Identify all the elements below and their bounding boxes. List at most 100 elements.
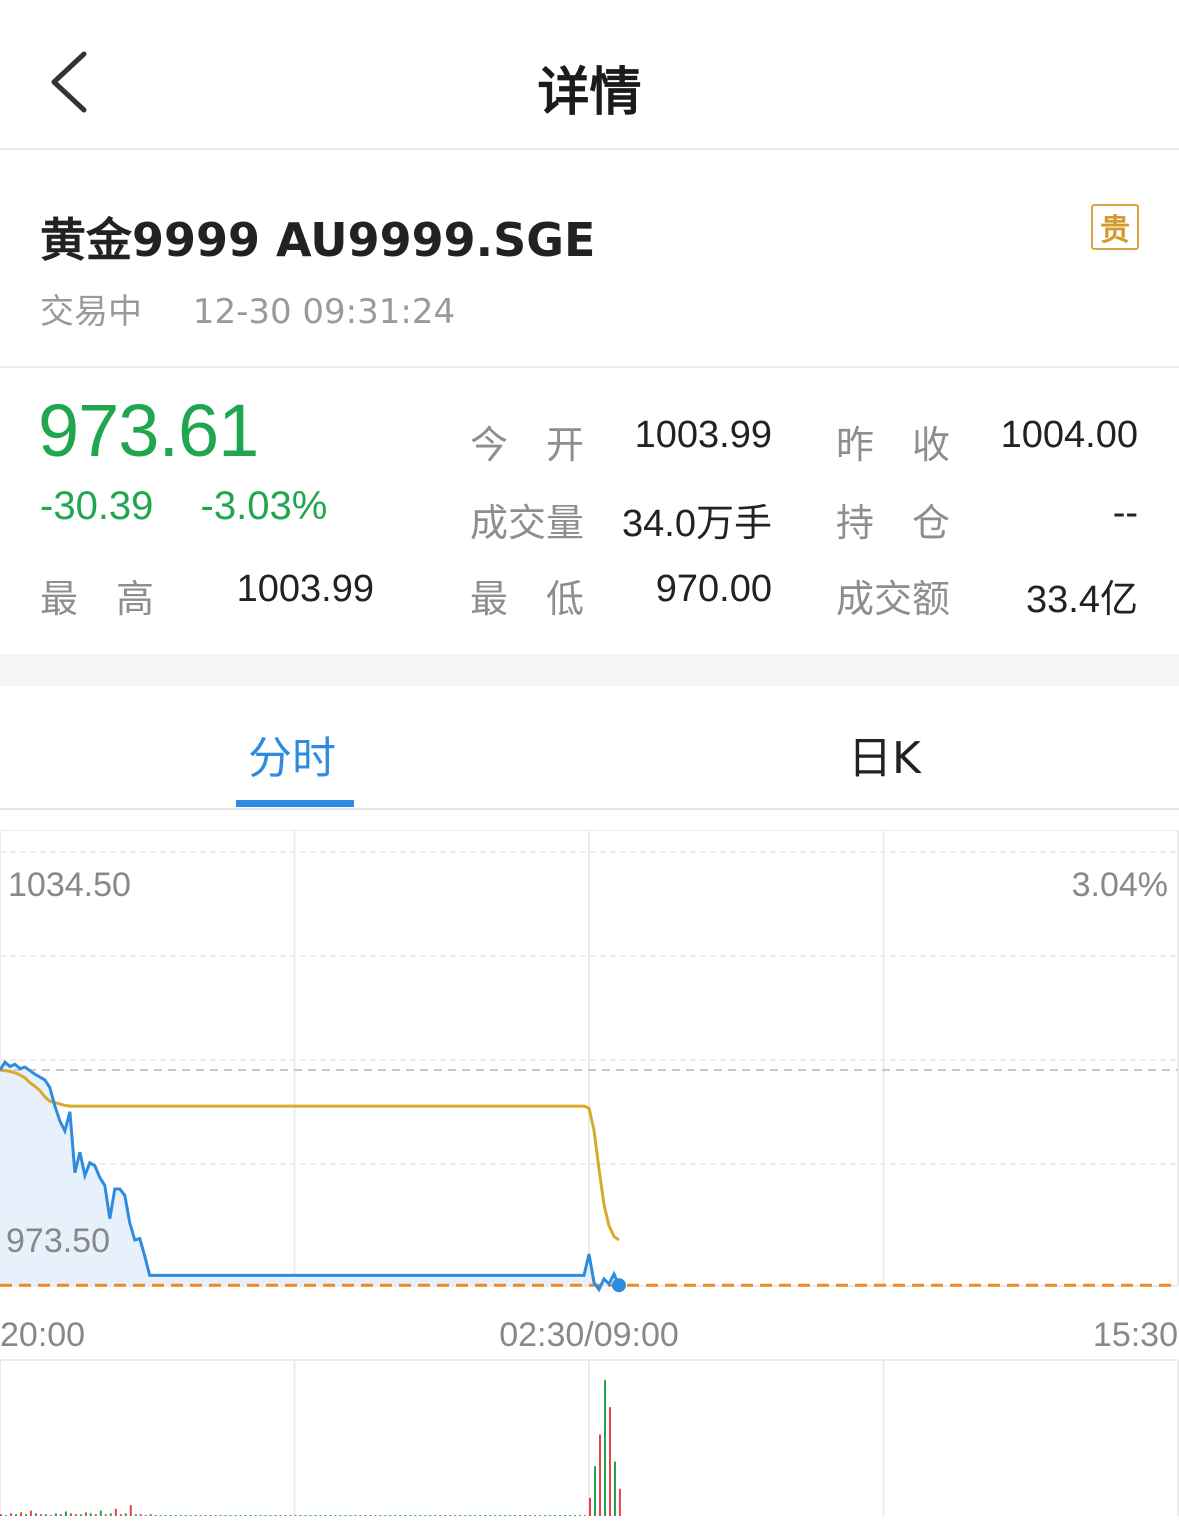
tab-intraday[interactable]: 分时 [248, 722, 336, 786]
stat-label-volume: 成交量 [470, 501, 585, 545]
volume-bar [574, 1515, 576, 1516]
volume-bar [64, 1511, 67, 1516]
volume-bar [529, 1515, 532, 1516]
volume-bar [579, 1515, 581, 1516]
volume-bar [604, 1380, 606, 1516]
volume-bar [129, 1505, 132, 1516]
volume-bar [384, 1515, 387, 1516]
volume-bar [264, 1515, 267, 1516]
y-axis-top-label: 1034.50 [8, 866, 131, 904]
stat-label-open-interest: 持 仓 [836, 501, 951, 545]
last-price-dot [611, 1278, 626, 1293]
volume-bar [374, 1515, 377, 1516]
volume-bar [324, 1515, 327, 1516]
volume-bar [464, 1515, 467, 1516]
volume-bar [274, 1515, 277, 1516]
trading-status: 交易中 [40, 292, 142, 332]
volume-bar [94, 1514, 97, 1516]
volume-bar [409, 1515, 412, 1516]
volume-bar [424, 1515, 427, 1516]
volume-bar [499, 1515, 502, 1516]
volume-bar [454, 1515, 457, 1516]
volume-bar [109, 1513, 112, 1516]
volume-bar [504, 1515, 507, 1516]
tab-daily-k[interactable]: 日K [848, 722, 921, 786]
volume-bar [564, 1515, 566, 1516]
volume-bar [34, 1513, 37, 1516]
volume-bar [459, 1515, 462, 1516]
volume-bar [159, 1515, 162, 1516]
volume-bar [239, 1515, 242, 1516]
chart-grid [0, 829, 1179, 1516]
volume-bar [439, 1515, 442, 1516]
stat-value-turnover: 33.4亿 [1026, 579, 1138, 621]
instrument-header: 黄金9999 AU9999.SGE 交易中 12-30 09:31:24 贵 [0, 152, 1179, 368]
volume-bar [394, 1515, 397, 1516]
volume-bar [179, 1515, 182, 1516]
section-divider [0, 654, 1179, 686]
volume-bar [534, 1515, 537, 1516]
volume-bar [269, 1515, 272, 1516]
quote-panel: 973.61 -30.39 -3.03% 今 开 1003.99 昨 收 100… [0, 370, 1179, 654]
nav-bar: 详情 [0, 0, 1179, 150]
volume-bar [54, 1513, 57, 1516]
volume-bar [514, 1515, 517, 1516]
stat-label-turnover: 成交额 [836, 577, 951, 621]
volume-bar [609, 1407, 611, 1516]
volume-bar [434, 1515, 437, 1516]
active-tab-indicator [236, 800, 354, 807]
volume-bar [349, 1515, 352, 1516]
precious-metal-badge: 贵 [1091, 204, 1139, 250]
trading-status-row: 交易中 12-30 09:31:24 [40, 284, 455, 333]
volume-bar [39, 1514, 42, 1516]
y-axis-bottom-label: 973.50 [6, 1222, 110, 1260]
chart-tabs: 分时 日K [0, 686, 1179, 810]
volume-bar [414, 1515, 417, 1516]
volume-bar [519, 1515, 522, 1516]
volume-bar [524, 1515, 527, 1516]
stat-value-volume: 34.0万手 [622, 503, 772, 545]
stat-value-low: 970.00 [655, 568, 772, 610]
volume-bar [249, 1515, 252, 1516]
intraday-chart[interactable]: 1034.50 973.50 3.04% 20:00 02:30/09:00 1… [0, 829, 1179, 1526]
volume-bar [139, 1514, 142, 1516]
volume-bar [594, 1466, 596, 1516]
volume-bar [259, 1515, 262, 1516]
volume-bar [539, 1515, 542, 1516]
stat-value-open: 1003.99 [634, 414, 772, 456]
volume-bar [344, 1515, 347, 1516]
volume-bar [29, 1510, 32, 1516]
volume-bar [569, 1515, 571, 1516]
volume-bar [584, 1515, 586, 1516]
volume-bar [164, 1515, 167, 1516]
volume-bar [304, 1515, 307, 1516]
quote-time: 12-30 09:31:24 [192, 292, 456, 332]
volume-bar [334, 1515, 337, 1516]
volume-bar [479, 1515, 482, 1516]
volume-bar [354, 1515, 357, 1516]
volume-bar [5, 1515, 7, 1516]
volume-bar [84, 1512, 87, 1516]
price-change-pct: -3.03% [200, 484, 328, 528]
price-change-row: -30.39 -3.03% [40, 484, 327, 529]
volume-bar [169, 1515, 172, 1516]
volume-bar [279, 1515, 282, 1516]
volume-bar [449, 1515, 452, 1516]
volume-bar [209, 1515, 212, 1516]
volume-bar [74, 1514, 77, 1516]
volume-bar [599, 1434, 601, 1516]
volume-bar [79, 1514, 82, 1516]
volume-bar [44, 1514, 47, 1516]
volume-bar [104, 1514, 107, 1516]
volume-bar [289, 1515, 292, 1516]
x-axis-label-end: 15:30 [1093, 1316, 1178, 1354]
volume-bar [419, 1515, 422, 1516]
volume-bar [399, 1515, 402, 1516]
volume-bar [114, 1508, 117, 1516]
volume-bar [284, 1515, 287, 1516]
volume-bar [214, 1515, 217, 1516]
volume-bar [10, 1513, 12, 1516]
volume-bar [244, 1515, 247, 1516]
volume-bar [294, 1515, 297, 1516]
price-change: -30.39 [40, 484, 154, 528]
